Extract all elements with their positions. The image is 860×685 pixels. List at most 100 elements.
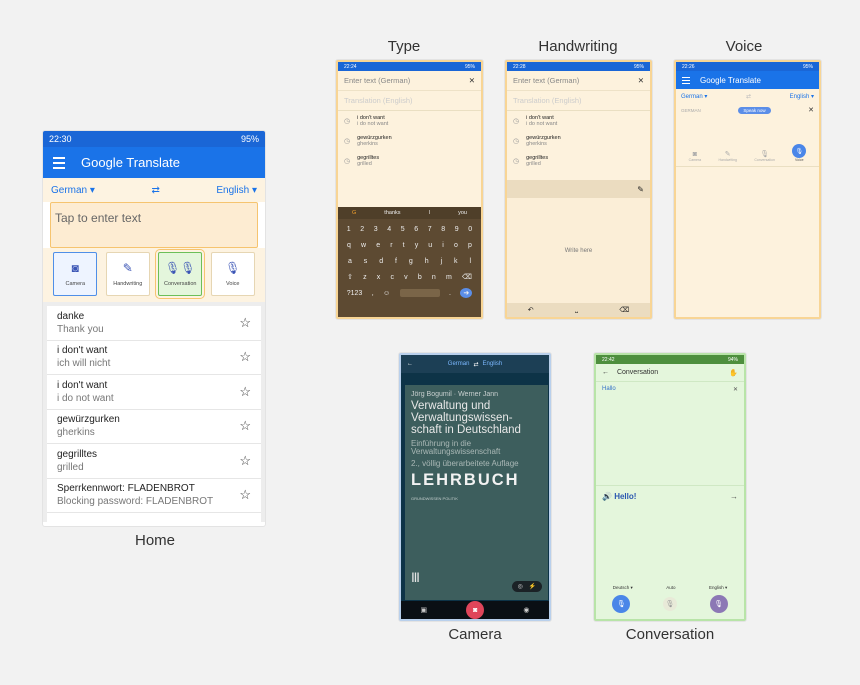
gallery-icon[interactable]: ▣ (421, 606, 428, 614)
key[interactable]: a (348, 258, 352, 265)
list-item[interactable]: ◷ i don't want i do not want (507, 111, 650, 131)
shutter-button[interactable]: ◙ (466, 601, 485, 619)
flip-icon[interactable]: ◉ (523, 606, 529, 614)
voice-mode-button[interactable]: 🎙 Voice (792, 144, 807, 162)
list-item[interactable]: gewürzgurken gherkins ☆ (47, 409, 261, 444)
list-item[interactable]: danke Thank you ☆ (47, 306, 261, 341)
star-icon[interactable]: ☆ (239, 384, 251, 400)
key[interactable]: 2 (360, 226, 364, 233)
key[interactable]: c (390, 274, 394, 281)
key[interactable]: 9 (455, 226, 459, 233)
target-language-selector[interactable]: English ▾ (790, 93, 814, 100)
flash-off-icon[interactable]: ⚡ (529, 584, 536, 590)
list-item[interactable]: ◷ gegrilltes grilled (507, 151, 650, 171)
wave-hand-icon[interactable]: ✋ (729, 369, 738, 377)
handwriting-mode-button[interactable]: ✎ Handwriting (718, 150, 736, 162)
swap-languages-icon[interactable]: ⇄ (473, 361, 478, 368)
list-item[interactable]: i don't want i do not want ☆ (47, 375, 261, 410)
undo-icon[interactable]: ↶ (528, 306, 534, 314)
text-input[interactable]: Enter text (German) ✕ (338, 71, 481, 91)
key[interactable]: 6 (414, 226, 418, 233)
text-input[interactable]: Enter text (German) ✕ (507, 71, 650, 91)
key[interactable]: s (364, 258, 368, 265)
key[interactable]: 1 (347, 226, 351, 233)
star-icon[interactable]: ☆ (239, 349, 251, 365)
key[interactable]: h (425, 258, 429, 265)
key[interactable]: 5 (401, 226, 405, 233)
star-icon[interactable]: ☆ (239, 418, 251, 434)
close-icon[interactable]: ✕ (469, 76, 475, 85)
swap-languages-icon[interactable]: ⇄ (746, 93, 751, 100)
key[interactable]: p (468, 242, 472, 249)
star-icon[interactable]: ☆ (239, 453, 251, 469)
key[interactable]: z (363, 274, 367, 281)
star-icon[interactable]: ☆ (239, 487, 251, 503)
back-arrow-icon[interactable]: ← (407, 361, 413, 367)
right-language-selector[interactable]: English ▾ (709, 585, 727, 591)
list-item[interactable]: ◷ gegrilltes grilled (338, 151, 481, 171)
key[interactable]: g (409, 258, 413, 265)
key[interactable]: x (377, 274, 381, 281)
text-input-area[interactable]: Tap to enter text (50, 202, 258, 248)
list-item[interactable]: ◷ i don't want i do not want (338, 111, 481, 131)
list-item[interactable]: Sperrkennwort: FLADENBROT Blocking passwo… (47, 478, 261, 513)
star-icon[interactable]: ☆ (239, 315, 251, 331)
list-item[interactable]: Bevor Sie die Felder für Hologramme…☆ (47, 513, 261, 522)
key[interactable]: f (395, 258, 397, 265)
source-language-selector[interactable]: German (448, 361, 470, 367)
suggestion[interactable]: thanks (384, 210, 400, 216)
key[interactable]: 7 (428, 226, 432, 233)
list-item[interactable]: ◷ gewürzgurken gherkins (338, 131, 481, 151)
close-icon[interactable]: ✕ (808, 106, 814, 114)
key[interactable]: b (418, 274, 422, 281)
source-language-selector[interactable]: German ▾ (681, 93, 707, 100)
key[interactable]: w (361, 242, 366, 249)
key[interactable]: y (415, 242, 419, 249)
target-language-selector[interactable]: English ▾ (216, 185, 257, 196)
list-item[interactable]: i don't want ich will nicht ☆ (47, 340, 261, 375)
key[interactable]: u (428, 242, 432, 249)
target-language-selector[interactable]: English (483, 361, 503, 367)
backspace-icon[interactable]: ⌫ (619, 306, 629, 314)
key[interactable] (399, 289, 440, 297)
mic-left-button[interactable]: 🎙 (612, 595, 631, 613)
speaker-icon[interactable]: 🔊 (602, 492, 612, 501)
key[interactable]: d (379, 258, 383, 265)
key[interactable]: l (469, 258, 471, 265)
key[interactable]: r (390, 242, 392, 249)
key[interactable]: ☺ (383, 290, 390, 297)
suggestion[interactable]: I (429, 210, 431, 216)
key[interactable]: q (347, 242, 351, 249)
key[interactable]: ?123 (347, 290, 363, 297)
back-arrow-icon[interactable]: ← (602, 369, 609, 376)
key[interactable]: m (446, 274, 452, 281)
menu-icon[interactable] (682, 75, 690, 86)
voice-mode-button[interactable]: 🎙 Voice (210, 252, 255, 296)
eye-off-icon[interactable]: ◎ (518, 584, 523, 590)
arrow-right-icon[interactable]: → (730, 492, 738, 501)
swap-languages-icon[interactable]: ⇄ (151, 185, 159, 196)
key[interactable]: 0 (468, 226, 472, 233)
space-icon[interactable]: ⎵ (575, 306, 578, 314)
key[interactable]: j (441, 258, 443, 265)
key[interactable]: t (403, 242, 405, 249)
key[interactable]: 8 (441, 226, 445, 233)
key[interactable]: ⌫ (462, 273, 472, 281)
conversation-mode-button[interactable]: 🎙 Conversation (754, 150, 775, 162)
source-language-selector[interactable]: German ▾ (51, 185, 95, 196)
key[interactable]: , (372, 290, 374, 297)
camera-mode-button[interactable]: ◙ Camera (689, 151, 701, 162)
key[interactable]: . (449, 290, 451, 297)
key[interactable]: 3 (374, 226, 378, 233)
suggestion[interactable]: you (458, 210, 467, 216)
handwriting-mode-button[interactable]: ✎ Handwriting (105, 252, 150, 296)
close-icon[interactable]: ✕ (733, 386, 738, 393)
key[interactable]: k (454, 258, 458, 265)
handwriting-canvas[interactable]: Write here (507, 198, 650, 303)
key[interactable]: i (442, 242, 444, 249)
key[interactable]: ➜ (460, 288, 473, 298)
key[interactable]: ⇧ (347, 273, 353, 281)
left-language-selector[interactable]: Deutsch ▾ (613, 585, 633, 591)
key[interactable]: e (376, 242, 380, 249)
mic-right-button[interactable]: 🎙 (709, 595, 728, 613)
